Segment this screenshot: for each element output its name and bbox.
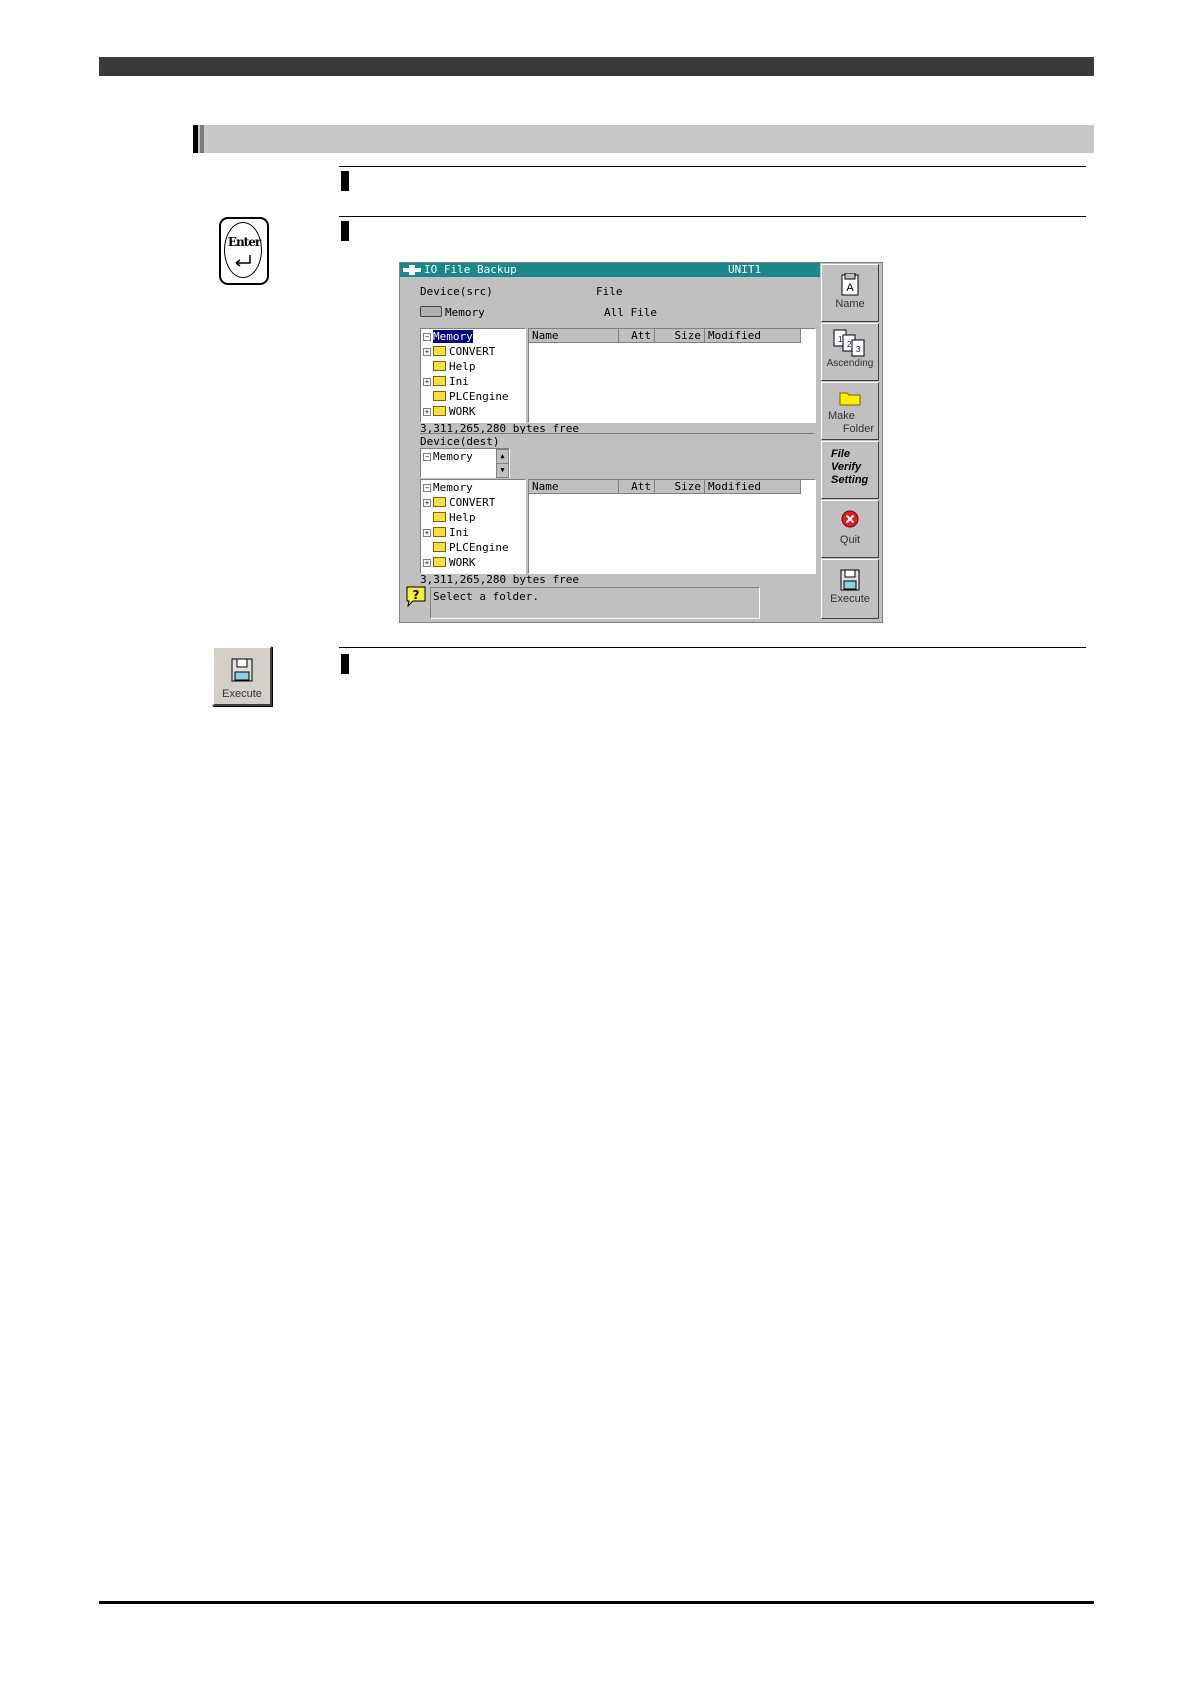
dest-tree-root[interactable]: − Memory bbox=[423, 481, 473, 494]
step-marker-3 bbox=[341, 654, 349, 674]
sort-name-button[interactable]: A Name bbox=[821, 264, 879, 322]
src-tree-root[interactable]: − Memory bbox=[423, 330, 473, 343]
svg-text:3: 3 bbox=[856, 345, 861, 354]
dest-device-select[interactable]: − Memory ▲ ▼ bbox=[420, 448, 510, 478]
unit-label: UNIT1 bbox=[728, 263, 762, 276]
section-heading-bar bbox=[193, 125, 1094, 153]
folder-icon bbox=[433, 346, 446, 356]
folder-icon bbox=[433, 361, 446, 371]
window-title: IO File Backup bbox=[424, 263, 517, 276]
src-tree-folder[interactable]: PLCEngine bbox=[433, 390, 509, 403]
file-label: File bbox=[596, 285, 623, 298]
enter-key-label: Enter bbox=[227, 235, 261, 249]
folder-icon bbox=[839, 392, 861, 406]
file-verify-setting-button[interactable]: File Verify Setting bbox=[821, 441, 879, 499]
name-sort-icon: A bbox=[841, 272, 859, 296]
src-file-list[interactable]: Name Att Size Modified bbox=[528, 328, 816, 423]
svg-text:A: A bbox=[846, 282, 854, 294]
execute-button-icon: Execute bbox=[212, 646, 272, 706]
dest-folder-tree[interactable]: − Memory + CONVERT Help + Ini PLCEngine + WO… bbox=[420, 479, 526, 574]
execute-icon-label: Execute bbox=[222, 688, 262, 700]
src-tree-folder[interactable]: + WORK bbox=[423, 405, 476, 418]
dest-tree-folder[interactable]: + WORK bbox=[423, 556, 476, 569]
svg-text:2: 2 bbox=[847, 340, 852, 349]
disk-icon bbox=[231, 658, 253, 682]
quit-button[interactable]: Quit bbox=[821, 500, 879, 558]
step-divider-2 bbox=[339, 216, 1086, 217]
device-dest-label: Device(dest) bbox=[420, 435, 500, 448]
device-src-label: Device(src) bbox=[420, 285, 493, 298]
dest-tree-folder[interactable]: + CONVERT bbox=[423, 496, 495, 509]
ascending-button[interactable]: 123 Ascending bbox=[821, 323, 879, 381]
svg-text:1: 1 bbox=[838, 335, 843, 344]
scroll-down-button[interactable]: ▼ bbox=[496, 463, 509, 478]
col-modified[interactable]: Modified bbox=[705, 329, 801, 343]
folder-icon bbox=[433, 497, 446, 507]
drive-icon bbox=[420, 306, 442, 317]
folder-icon bbox=[433, 406, 446, 416]
window-titlebar: IO File Backup UNIT1 bbox=[400, 263, 820, 277]
header-bar bbox=[99, 57, 1094, 76]
step-divider-3 bbox=[339, 647, 1086, 648]
scroll-up-button[interactable]: ▲ bbox=[496, 449, 509, 464]
dest-tree-folder[interactable]: + Ini bbox=[423, 526, 469, 539]
help-icon: ? bbox=[406, 586, 426, 607]
col-modified[interactable]: Modified bbox=[705, 480, 801, 494]
src-tree-folder[interactable]: + Ini bbox=[423, 375, 469, 388]
col-att[interactable]: Att bbox=[619, 480, 655, 494]
col-name[interactable]: Name bbox=[529, 329, 619, 343]
file-backup-window: IO File Backup UNIT1 Device(src) File Me… bbox=[399, 262, 883, 623]
col-att[interactable]: Att bbox=[619, 329, 655, 343]
message-box: Select a folder. bbox=[430, 587, 760, 619]
execute-button[interactable]: Execute bbox=[821, 559, 879, 619]
col-size[interactable]: Size bbox=[655, 480, 705, 494]
svg-text:?: ? bbox=[413, 588, 420, 602]
footer-rule bbox=[99, 1601, 1094, 1604]
step-marker-2 bbox=[341, 221, 349, 241]
disk-icon bbox=[840, 569, 860, 591]
quit-icon bbox=[841, 510, 859, 528]
folder-icon bbox=[433, 512, 446, 522]
col-size[interactable]: Size bbox=[655, 329, 705, 343]
src-tree-folder[interactable]: + CONVERT bbox=[423, 345, 495, 358]
folder-icon bbox=[433, 376, 446, 386]
src-folder-tree[interactable]: − Memory + CONVERT Help + Ini PLCEngine + WO… bbox=[420, 328, 526, 423]
folder-icon bbox=[433, 527, 446, 537]
connector-icon bbox=[403, 265, 421, 275]
step-marker-1 bbox=[341, 171, 349, 191]
folder-icon bbox=[433, 542, 446, 552]
return-arrow-icon bbox=[235, 255, 251, 267]
dest-file-list[interactable]: Name Att Size Modified bbox=[528, 479, 816, 574]
col-name[interactable]: Name bbox=[529, 480, 619, 494]
folder-icon bbox=[433, 391, 446, 401]
step-divider-1 bbox=[339, 166, 1086, 167]
dest-tree-folder[interactable]: Help bbox=[433, 511, 476, 524]
dest-free-space: 3,311,265,280 bytes free bbox=[420, 573, 579, 586]
src-device-select[interactable]: Memory bbox=[420, 306, 485, 319]
make-folder-button[interactable]: Make Folder bbox=[821, 382, 879, 440]
file-filter-value[interactable]: All File bbox=[604, 306, 657, 319]
dest-tree-folder[interactable]: PLCEngine bbox=[433, 541, 509, 554]
src-tree-folder[interactable]: Help bbox=[433, 360, 476, 373]
folder-icon bbox=[433, 557, 446, 567]
enter-key-icon: Enter bbox=[219, 217, 269, 285]
status-message: Select a folder. bbox=[433, 590, 539, 603]
sort-icon: 123 bbox=[833, 329, 865, 357]
